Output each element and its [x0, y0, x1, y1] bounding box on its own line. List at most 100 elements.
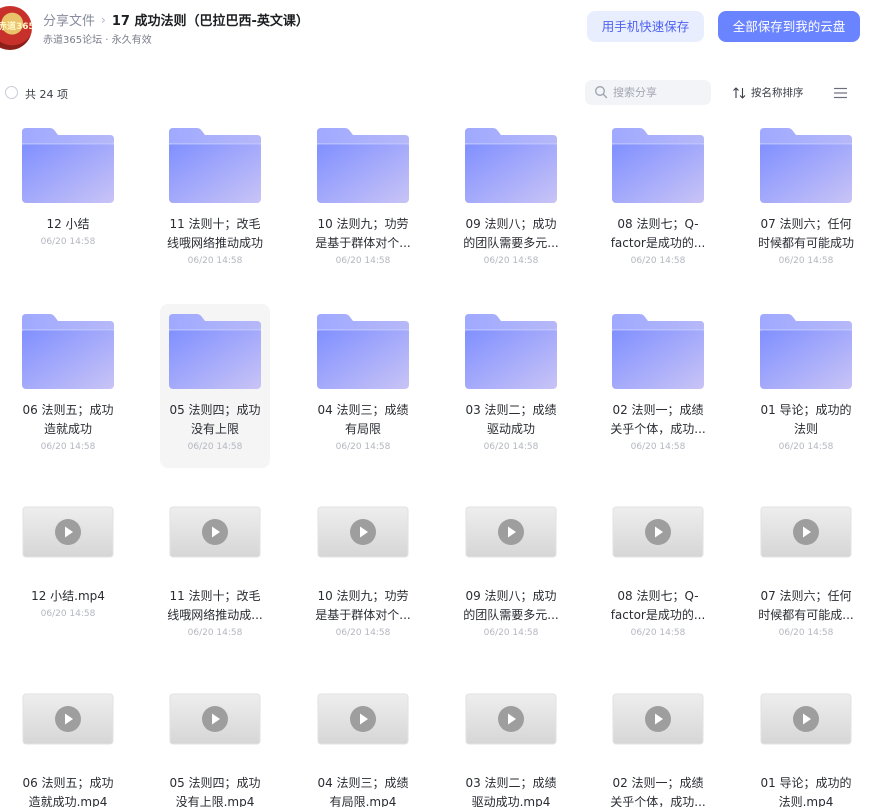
search-box[interactable]	[585, 80, 711, 105]
item-name: 05 法则四；成功 没有上限.mp4	[160, 774, 270, 807]
item-name-line: 03 法则二；成绩	[465, 403, 557, 417]
search-input[interactable]	[613, 83, 703, 102]
video-thumbnail	[760, 693, 852, 745]
video-file-item[interactable]: 06 法则五；成功 造就成功.mp4	[13, 677, 123, 807]
item-name-line: 是基于群体对个...	[315, 608, 411, 622]
folder-icon	[22, 128, 114, 203]
item-date: 06/20 14:58	[40, 609, 96, 619]
item-name: 04 法则三；成绩 有局限.mp4	[308, 774, 418, 807]
folder-item[interactable]: 01 导论；成功的 法则 06/20 14:58	[751, 304, 861, 468]
folder-icon	[169, 314, 261, 389]
video-file-item[interactable]: 10 法则九；功劳 是基于群体对个... 06/20 14:58	[308, 490, 418, 654]
folder-item[interactable]: 10 法则九；功劳 是基于群体对个... 06/20 14:58	[308, 118, 418, 282]
folder-item[interactable]: 07 法则六；任何 时候都有可能成功 06/20 14:58	[751, 118, 861, 282]
search-icon	[595, 86, 608, 99]
folder-item[interactable]: 04 法则三；成绩 有局限 06/20 14:58	[308, 304, 418, 468]
item-name-line: 时候都有可能成功	[757, 236, 854, 250]
video-thumbnail	[169, 693, 261, 745]
item-name: 03 法则二；成绩 驱动成功	[456, 401, 566, 439]
item-name: 11 法则十；改毛 线哦网络推动成功	[160, 215, 270, 253]
folder-item[interactable]: 12 小结 06/20 14:58	[13, 118, 123, 282]
folder-item[interactable]: 09 法则八；成功 的团队需要多元... 06/20 14:58	[456, 118, 566, 282]
item-name-line: 10 法则九；功劳	[317, 589, 409, 603]
item-name-line: 时候都有可能成...	[758, 608, 854, 622]
share-info: 赤道365论坛 · 永久有效	[43, 35, 152, 46]
item-date: 06/20 14:58	[778, 628, 834, 638]
list-view-icon[interactable]	[832, 86, 848, 100]
toolbar: 共 24 项 按名称排序	[0, 80, 878, 106]
video-thumbnail	[612, 693, 704, 745]
video-file-item[interactable]: 08 法则七；Q-factor是成功的... 06/20 14:58	[603, 490, 713, 654]
folder-item[interactable]: 08 法则七；Q-factor是成功的... 06/20 14:58	[603, 118, 713, 282]
sort-button[interactable]: 按名称排序	[733, 85, 804, 100]
video-file-item[interactable]: 11 法则十；改毛 线哦网络推动成... 06/20 14:58	[160, 490, 270, 654]
folder-icon	[169, 128, 261, 203]
item-name-line: 驱动成功.mp4	[471, 795, 551, 807]
folder-icon	[760, 128, 852, 203]
item-name-line: 06 法则五；成功	[22, 403, 114, 417]
item-date: 06/20 14:58	[778, 256, 834, 266]
video-file-item[interactable]: 05 法则四；成功 没有上限.mp4	[160, 677, 270, 807]
item-name: 01 导论；成功的 法则	[751, 401, 861, 439]
item-name: 12 小结	[13, 215, 123, 234]
chevron-right-icon: ›	[101, 12, 106, 27]
folder-icon	[317, 128, 409, 203]
item-date: 06/20 14:58	[187, 442, 243, 452]
item-name-line: 01 导论；成功的	[760, 403, 852, 417]
item-date: 06/20 14:58	[778, 442, 834, 452]
item-date: 06/20 14:58	[630, 628, 686, 638]
folder-item[interactable]: 06 法则五；成功 造就成功 06/20 14:58	[13, 304, 123, 468]
video-file-item[interactable]: 01 导论；成功的 法则.mp4	[751, 677, 861, 807]
item-name: 10 法则九；功劳 是基于群体对个...	[308, 215, 418, 253]
item-name-line: 有局限.mp4	[329, 795, 397, 807]
folder-item[interactable]: 05 法则四；成功 没有上限 06/20 14:58	[160, 304, 270, 468]
item-name-line: 06 法则五；成功	[22, 776, 114, 790]
item-name-line: 02 法则一；成绩	[612, 403, 704, 417]
video-thumbnail	[317, 506, 409, 558]
video-thumbnail	[317, 693, 409, 745]
item-name-line: 04 法则三；成绩	[317, 776, 409, 790]
folder-icon	[465, 314, 557, 389]
item-name: 08 法则七；Q-factor是成功的...	[603, 587, 713, 625]
video-file-item[interactable]: 07 法则六；任何 时候都有可能成... 06/20 14:58	[751, 490, 861, 654]
item-name: 09 法则八；成功 的团队需要多元...	[456, 215, 566, 253]
item-date: 06/20 14:58	[187, 628, 243, 638]
item-date: 06/20 14:58	[335, 442, 391, 452]
item-name: 02 法则一；成绩 关乎个体，成功...	[603, 774, 713, 807]
video-file-item[interactable]: 12 小结.mp4 06/20 14:58	[13, 490, 123, 654]
video-file-item[interactable]: 02 法则一；成绩 关乎个体，成功...	[603, 677, 713, 807]
save-all-button[interactable]: 全部保存到我的云盘	[718, 11, 860, 42]
item-name-line: 关乎个体，成功...	[610, 422, 706, 436]
item-name-line: 11 法则十；改毛	[169, 217, 261, 231]
folder-item[interactable]: 03 法则二；成绩 驱动成功 06/20 14:58	[456, 304, 566, 468]
item-name-line: 01 导论；成功的	[760, 776, 852, 790]
save-by-phone-button[interactable]: 用手机快速保存	[587, 11, 704, 42]
video-file-item[interactable]: 03 法则二；成绩 驱动成功.mp4	[456, 677, 566, 807]
item-name-line: 没有上限	[190, 422, 239, 436]
folder-icon	[760, 314, 852, 389]
folder-icon	[317, 314, 409, 389]
avatar[interactable]: 赤道365	[0, 6, 32, 50]
item-date: 06/20 14:58	[187, 256, 243, 266]
video-file-item[interactable]: 09 法则八；成功 的团队需要多元... 06/20 14:58	[456, 490, 566, 654]
item-date: 06/20 14:58	[483, 442, 539, 452]
item-name-line: 07 法则六；任何	[760, 589, 852, 603]
item-name: 06 法则五；成功 造就成功	[13, 401, 123, 439]
item-name-line: 法则.mp4	[778, 795, 834, 807]
breadcrumb: 分享文件 › 17 成功法则（巴拉巴西-英文课）	[43, 10, 309, 30]
video-thumbnail	[22, 693, 114, 745]
item-name-line: 09 法则八；成功	[465, 589, 557, 603]
item-name: 11 法则十；改毛 线哦网络推动成...	[160, 587, 270, 625]
breadcrumb-root[interactable]: 分享文件	[43, 10, 95, 29]
item-name-line: 关乎个体，成功...	[610, 795, 706, 807]
item-date: 06/20 14:58	[630, 442, 686, 452]
item-date: 06/20 14:58	[40, 442, 96, 452]
select-all-checkbox[interactable]	[5, 86, 18, 99]
item-name-line: 05 法则四；成功	[169, 776, 261, 790]
video-thumbnail	[760, 506, 852, 558]
item-name-line: 驱动成功	[486, 422, 535, 436]
folder-item[interactable]: 11 法则十；改毛 线哦网络推动成功 06/20 14:58	[160, 118, 270, 282]
item-name-line: 的团队需要多元...	[463, 236, 559, 250]
video-file-item[interactable]: 04 法则三；成绩 有局限.mp4	[308, 677, 418, 807]
folder-item[interactable]: 02 法则一；成绩 关乎个体，成功... 06/20 14:58	[603, 304, 713, 468]
